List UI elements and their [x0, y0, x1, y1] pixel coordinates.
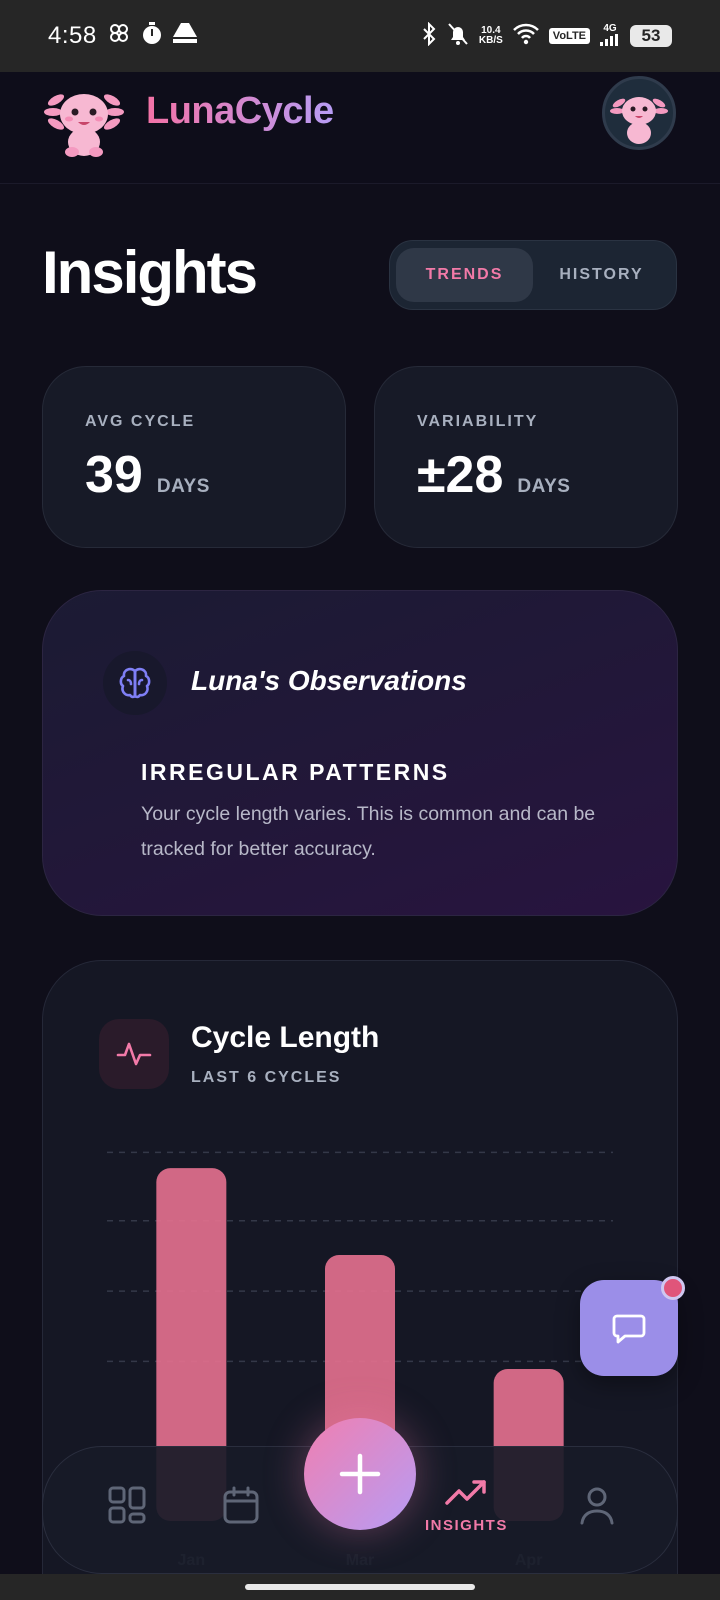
status-time: 4:58 [48, 22, 97, 49]
signal-icon [600, 33, 618, 46]
chat-bubble-icon [612, 1314, 646, 1344]
axolotl-avatar-icon [610, 97, 668, 144]
variability-card: VARIABILITY ±28 DAYS [374, 366, 678, 548]
user-icon [580, 1487, 614, 1525]
page-title: Insights [42, 239, 258, 306]
network-label: 4G [603, 22, 617, 34]
nav-dashboard[interactable] [107, 1485, 147, 1525]
observations-card: Luna's Observations IRREGULAR PATTERNS Y… [42, 590, 678, 916]
view-toggle: TRENDS HISTORY [389, 240, 677, 310]
stat-unit: DAYS [156, 476, 210, 497]
observation-body: Your cycle length varies. This is common… [141, 803, 596, 860]
volte-badge: VoLTE [548, 28, 590, 44]
stat-unit: DAYS [517, 476, 571, 497]
stat-value: 39 [85, 446, 143, 504]
network-type: 4G [600, 22, 620, 49]
status-bar: 4:58 10.4 KB/S VoLTE 4G 53 [0, 0, 720, 72]
axolotl-logo-icon [44, 80, 124, 160]
stat-label: AVG CYCLE [85, 413, 196, 430]
app-header: LunaCycle [0, 72, 720, 184]
wifi-icon [512, 23, 539, 50]
profile-avatar[interactable] [602, 76, 676, 150]
timer-icon [141, 21, 163, 51]
nav-profile[interactable] [577, 1485, 617, 1525]
observations-title: Luna's Observations [191, 665, 467, 696]
observation-heading: IRREGULAR PATTERNS [141, 759, 450, 785]
drive-icon [172, 22, 197, 50]
nav-insights[interactable]: INSIGHTS [425, 1477, 508, 1534]
add-entry-button[interactable] [304, 1418, 416, 1530]
net-speed: 10.4 KB/S [479, 26, 503, 46]
mute-bell-icon [447, 22, 469, 51]
pinwheel-icon [107, 21, 131, 51]
battery-icon: 53 [630, 25, 672, 47]
dashboard-icon [108, 1486, 146, 1524]
avg-cycle-card: AVG CYCLE 39 DAYS [42, 366, 346, 548]
tab-trends[interactable]: TRENDS [396, 248, 533, 302]
status-right: 10.4 KB/S VoLTE 4G 53 [421, 21, 672, 51]
brain-icon [103, 651, 167, 715]
nav-insights-label: INSIGHTS [425, 1517, 508, 1534]
stat-value: ±28 [417, 446, 504, 504]
net-speed-unit: KB/S [478, 35, 503, 46]
app-title: LunaCycle [146, 90, 334, 132]
plus-icon [339, 1453, 381, 1495]
calendar-icon [223, 1486, 259, 1524]
trending-up-icon [445, 1480, 487, 1505]
stat-label: VARIABILITY [417, 413, 539, 430]
tab-history[interactable]: HISTORY [533, 248, 670, 302]
bluetooth-icon [421, 21, 437, 51]
nav-calendar[interactable] [221, 1485, 261, 1525]
home-indicator[interactable] [245, 1584, 475, 1590]
stat-value-row: ±28 DAYS [417, 445, 570, 505]
notification-dot [661, 1276, 685, 1300]
status-left: 4:58 [48, 21, 197, 51]
stat-value-row: 39 DAYS [85, 445, 210, 505]
